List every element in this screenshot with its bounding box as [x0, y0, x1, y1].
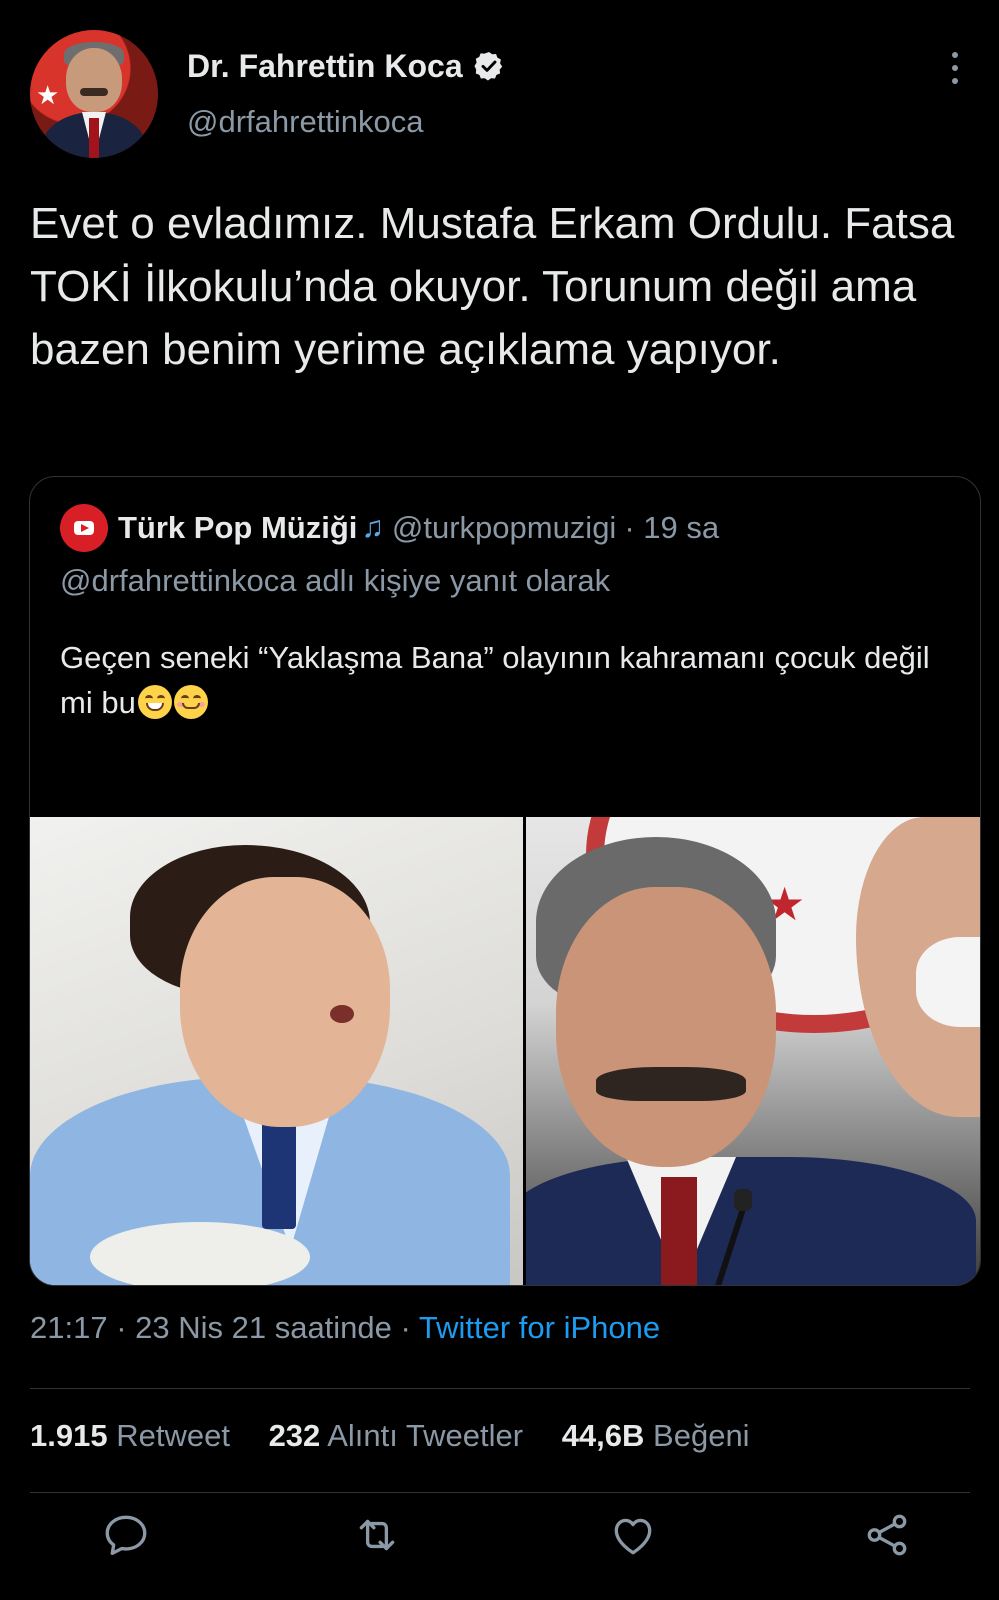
- child-photo[interactable]: [30, 817, 523, 1285]
- like-icon[interactable]: [608, 1510, 658, 1560]
- quoted-media[interactable]: ★: [30, 817, 980, 1285]
- tweet-text: Evet o evladımız. Mustafa Erkam Ordulu. …: [30, 199, 955, 374]
- quote-label[interactable]: Alıntı Tweetler: [327, 1418, 523, 1453]
- divider: [30, 1388, 970, 1389]
- quoted-reply-context: @drfahrettinkoca adlı kişiye yanıt olara…: [60, 563, 611, 598]
- quoted-author-handle: @turkpopmuzigi: [391, 510, 617, 545]
- smiling-emoji-icon: [173, 685, 208, 719]
- quoted-tweet-header: Türk Pop Müziği ♫ @turkpopmuzigi · 19 sa: [60, 504, 720, 552]
- more-options-icon[interactable]: [950, 52, 960, 88]
- divider: [30, 1492, 970, 1493]
- tweet-header: ★ Dr. Fahrettin Koca @drfahrettinkoca: [0, 0, 999, 180]
- quoted-tweet-text: Geçen seneki “Yaklaşma Bana” olayının ka…: [60, 635, 950, 725]
- tweet-stats: 1.915 Retweet 232 Alıntı Tweetler 44,6B …: [30, 1418, 780, 1454]
- retweet-count[interactable]: 1.915: [30, 1418, 108, 1453]
- like-label[interactable]: Beğeni: [653, 1418, 750, 1453]
- share-icon[interactable]: [862, 1510, 912, 1560]
- tweet-timestamp: 21:17 · 23 Nis 21 saatinde ·: [30, 1310, 411, 1345]
- author-name[interactable]: Dr. Fahrettin Koca: [187, 48, 463, 85]
- tweet-actions: [0, 1510, 999, 1590]
- author-avatar[interactable]: ★: [30, 30, 158, 158]
- reply-icon[interactable]: [101, 1510, 151, 1560]
- author-name-row: Dr. Fahrettin Koca: [187, 46, 505, 86]
- verified-badge-icon: [474, 52, 502, 81]
- quoted-author-avatar: [60, 504, 108, 552]
- like-count[interactable]: 44,6B: [562, 1418, 645, 1453]
- tweet-source-link[interactable]: Twitter for iPhone: [419, 1310, 660, 1345]
- minister-photo[interactable]: ★: [526, 817, 980, 1285]
- quoted-tweet-time: · 19 sa: [624, 510, 720, 545]
- author-handle[interactable]: @drfahrettinkoca: [187, 104, 424, 140]
- quoted-author-name: Türk Pop Müziği: [118, 510, 358, 545]
- quoted-tweet[interactable]: Türk Pop Müziği ♫ @turkpopmuzigi · 19 sa…: [29, 476, 981, 1286]
- tweet-meta: 21:17 · 23 Nis 21 saatinde · Twitter for…: [30, 1310, 660, 1346]
- music-note-icon: ♫: [361, 511, 384, 544]
- retweet-icon[interactable]: [352, 1510, 402, 1560]
- quote-count[interactable]: 232: [269, 1418, 321, 1453]
- retweet-label[interactable]: Retweet: [116, 1418, 230, 1453]
- grinning-emoji-icon: [137, 685, 172, 719]
